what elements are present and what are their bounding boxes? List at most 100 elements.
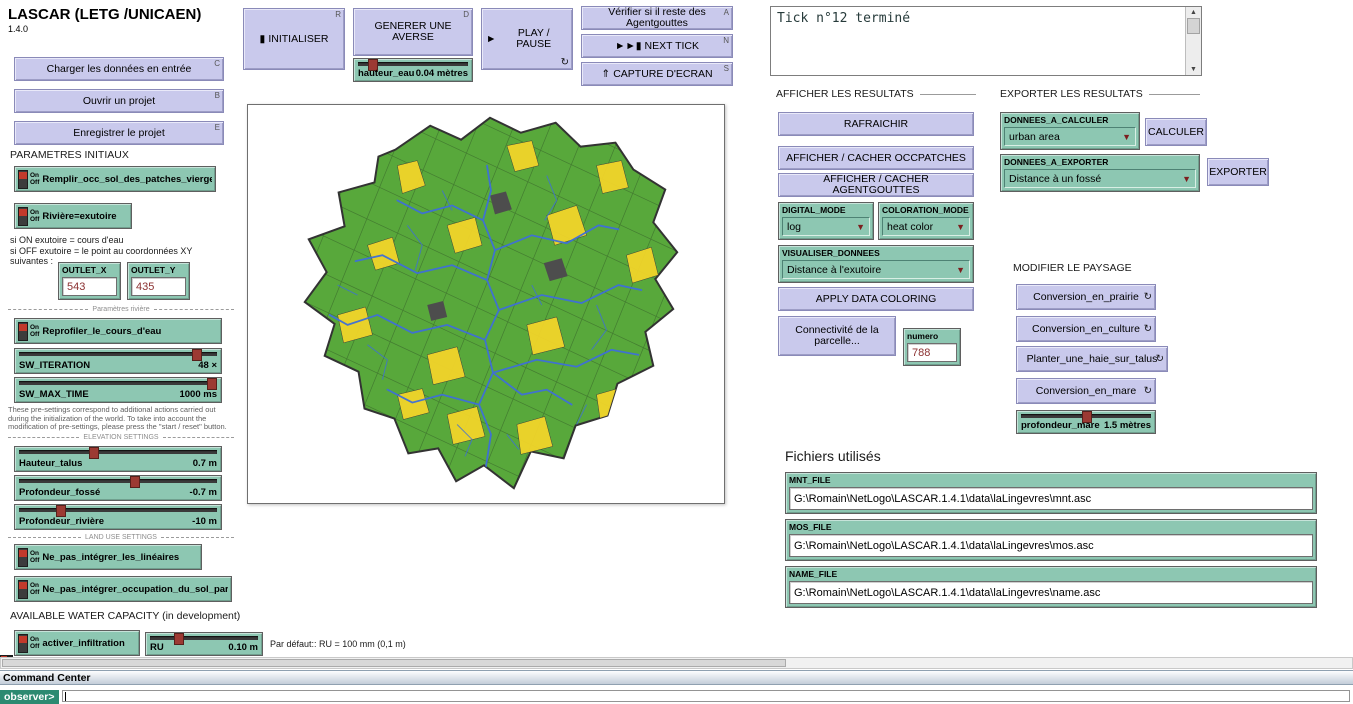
generer-averse-button[interactable]: GENERER UNE AVERSE D	[353, 8, 473, 56]
input-value[interactable]: G:\Romain\NetLogo\LASCAR.1.4.1\data\laLi…	[789, 487, 1313, 510]
charger-donnees-button[interactable]: Charger les données en entrée C	[14, 57, 224, 81]
rafraichir-button[interactable]: RAFRAICHIR	[778, 112, 974, 136]
calculer-button[interactable]: CALCULER	[1145, 118, 1207, 146]
mnt-file-input[interactable]: MNT_FILE G:\Romain\NetLogo\LASCAR.1.4.1\…	[785, 472, 1317, 514]
section-label: AFFICHER LES RESULTATS	[776, 88, 914, 100]
switch-toggle[interactable]	[18, 547, 28, 567]
switch-ne-pas-integrer-lineaires[interactable]: On Off Ne_pas_intégrer_les_linéaires	[14, 544, 202, 570]
slider-row: Profondeur_fossé -0.7 m	[19, 487, 217, 498]
donnees-a-calculer-chooser[interactable]: DONNEES_A_CALCULER urban area ▼	[1000, 112, 1140, 150]
mos-file-input[interactable]: MOS_FILE G:\Romain\NetLogo\LASCAR.1.4.1\…	[785, 519, 1317, 561]
slider-value: 48 ×	[198, 360, 217, 371]
play-pause-button[interactable]: ► PLAY / PAUSE ↻	[481, 8, 573, 70]
switch-toggle[interactable]	[18, 169, 28, 189]
world-view[interactable]	[247, 104, 725, 504]
sw-max-time-slider[interactable]: SW_MAX_TIME 1000 ms	[14, 377, 222, 403]
afficher-cacher-agentgouttes-button[interactable]: AFFICHER / CACHER AGENTGOUTTES	[778, 173, 974, 197]
button-label: NEXT TICK	[644, 39, 700, 52]
command-input[interactable]	[62, 690, 1350, 702]
off-label: Off	[30, 643, 40, 650]
outlet-y-input[interactable]: OUTLET_Y 435	[127, 262, 190, 300]
divider-parametres-riviere: Paramètres rivière	[8, 306, 234, 313]
onoff-labels: On Off	[30, 636, 39, 650]
profondeur-fosse-slider[interactable]: Profondeur_fossé -0.7 m	[14, 475, 222, 501]
name-file-input[interactable]: NAME_FILE G:\Romain\NetLogo\LASCAR.1.4.1…	[785, 566, 1317, 608]
profondeur-mare-slider[interactable]: profondeur_mare 1.5 mètres	[1016, 410, 1156, 434]
input-value[interactable]: 788	[907, 343, 957, 362]
shortcut-key: E	[214, 123, 220, 132]
chooser-value[interactable]: heat color ▼	[882, 217, 970, 236]
button-label: RAFRAICHIR	[843, 117, 909, 130]
visualiser-donnees-chooser[interactable]: VISUALISER_DONNEES Distance à l'exutoire…	[778, 245, 974, 283]
chooser-value[interactable]: Distance à un fossé ▼	[1004, 169, 1196, 188]
on-label: On	[30, 550, 40, 557]
dropdown-arrow-icon: ▼	[956, 221, 965, 232]
slider-label: RU	[150, 642, 164, 653]
conversion-en-prairie-button[interactable]: Conversion_en_prairie ↻	[1016, 284, 1156, 310]
input-value[interactable]: G:\Romain\NetLogo\LASCAR.1.4.1\data\laLi…	[789, 581, 1313, 604]
digital-mode-chooser[interactable]: DIGITAL_MODE log ▼	[778, 202, 874, 240]
switch-ne-pas-integrer-occupation[interactable]: On Off Ne_pas_intégrer_occupation_du_sol_…	[14, 576, 232, 602]
slider-track	[19, 479, 217, 483]
capture-ecran-button[interactable]: ⇑ CAPTURE D'ECRAN S	[581, 62, 733, 86]
scroll-up-icon[interactable]: ▲	[1190, 7, 1197, 18]
input-label: MNT_FILE	[789, 475, 831, 485]
note-line: si OFF exutoire = le point au coordonnée…	[10, 245, 193, 256]
next-tick-icon: ►►▮	[614, 39, 642, 52]
text-cursor	[65, 692, 66, 701]
chooser-value[interactable]: urban area ▼	[1004, 127, 1136, 146]
switch-toggle[interactable]	[18, 579, 28, 599]
switch-remplir-occ-sol[interactable]: On Off Remplir_occ_sol_des_patches_vierge…	[14, 166, 216, 192]
scroll-thumb[interactable]	[1187, 18, 1200, 34]
hauteur-eau-slider[interactable]: hauteur_eau 0.04 mètres	[353, 58, 473, 82]
afficher-cacher-occpatches-button[interactable]: AFFICHER / CACHER OCCPATCHES	[778, 146, 974, 170]
output-scrollbar[interactable]: ▲ ▼	[1185, 7, 1201, 75]
forever-icon: ↻	[1155, 353, 1164, 365]
hauteur-talus-slider[interactable]: Hauteur_talus 0.7 m	[14, 446, 222, 472]
outlet-x-input[interactable]: OUTLET_X 543	[58, 262, 121, 300]
chooser-value[interactable]: Distance à l'exutoire ▼	[782, 260, 970, 279]
enregistrer-projet-button[interactable]: Enregistrer le projet E	[14, 121, 224, 145]
apply-data-coloring-button[interactable]: APPLY DATA COLORING	[778, 287, 974, 311]
exporter-button[interactable]: EXPORTER	[1207, 158, 1269, 186]
switch-reprofiler[interactable]: On Off Reprofiler_le_cours_d'eau	[14, 318, 222, 344]
input-value[interactable]: G:\Romain\NetLogo\LASCAR.1.4.1\data\laLi…	[789, 534, 1313, 557]
forever-icon: ↻	[1143, 323, 1152, 335]
sw-iteration-slider[interactable]: SW_ITERATION 48 ×	[14, 348, 222, 374]
onoff-labels: On Off	[30, 582, 39, 596]
button-label: Vérifier si il reste des Agentgouttes	[608, 6, 706, 29]
section-fichiers-utilises: Fichiers utilisés	[785, 448, 881, 464]
scroll-thumb[interactable]	[2, 659, 786, 667]
button-label: Enregistrer le projet	[73, 126, 165, 139]
conversion-en-mare-button[interactable]: Conversion_en_mare ↻	[1016, 378, 1156, 404]
command-center-bar[interactable]: Command Center	[0, 670, 1353, 685]
on-label: On	[30, 172, 40, 179]
button-label: INITIALISER	[268, 32, 329, 45]
chooser-label: COLORATION_MODE	[882, 205, 969, 215]
input-value[interactable]: 435	[131, 277, 186, 296]
initialiser-button[interactable]: ▮ INITIALISER R	[243, 8, 345, 70]
chooser-value[interactable]: log ▼	[782, 217, 870, 236]
numero-input[interactable]: numero 788	[903, 328, 961, 366]
section-available-water-capacity: AVAILABLE WATER CAPACITY (in development…	[10, 610, 241, 622]
interface-horizontal-scrollbar[interactable]	[0, 657, 1353, 669]
ru-slider[interactable]: RU 0.10 m	[145, 632, 263, 656]
switch-toggle[interactable]	[18, 321, 28, 341]
input-value[interactable]: 543	[62, 277, 117, 296]
next-tick-button[interactable]: ►►▮ NEXT TICK N	[581, 34, 733, 58]
switch-activer-infiltration[interactable]: On Off activer_infiltration	[14, 630, 140, 656]
shortcut-key: A	[723, 8, 729, 17]
verifier-agentgouttes-button[interactable]: Vérifier si il reste des Agentgouttes A	[581, 6, 733, 30]
ouvrir-projet-button[interactable]: Ouvrir un projet B	[14, 89, 224, 113]
output-area[interactable]: Tick n°12 terminé ▲ ▼	[770, 6, 1202, 76]
donnees-a-exporter-chooser[interactable]: DONNEES_A_EXPORTER Distance à un fossé ▼	[1000, 154, 1200, 192]
coloration-mode-chooser[interactable]: COLORATION_MODE heat color ▼	[878, 202, 974, 240]
connectivite-parcelle-button[interactable]: Connectivité de la parcelle...	[778, 316, 896, 356]
scroll-down-icon[interactable]: ▼	[1190, 64, 1197, 75]
conversion-en-culture-button[interactable]: Conversion_en_culture ↻	[1016, 316, 1156, 342]
switch-toggle[interactable]	[18, 633, 28, 653]
switch-riviere-exutoire[interactable]: On Off Rivière=exutoire	[14, 203, 132, 229]
profondeur-riviere-slider[interactable]: Profondeur_rivière -10 m	[14, 504, 222, 530]
planter-haie-sur-talus-button[interactable]: Planter_une_haie_sur_talus ↻	[1016, 346, 1168, 372]
switch-toggle[interactable]	[18, 206, 28, 226]
